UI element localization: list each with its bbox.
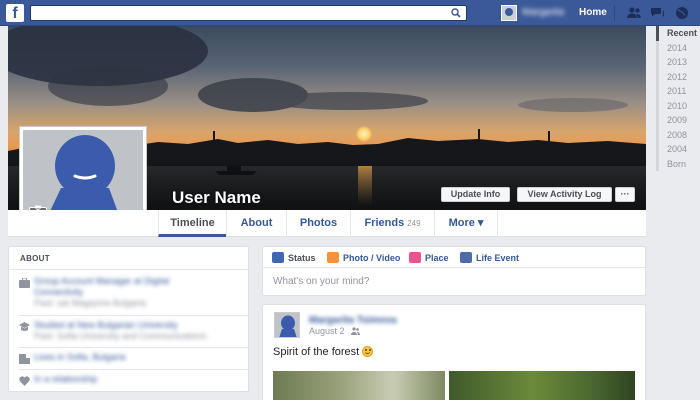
search-input[interactable]: [30, 5, 467, 21]
tab-photos[interactable]: Photos: [286, 210, 350, 237]
year-link[interactable]: 2008: [656, 127, 700, 142]
about-relationship-row: In a relationship: [9, 373, 248, 391]
tab-timeline[interactable]: Timeline: [158, 210, 226, 237]
default-avatar-icon: [279, 315, 297, 337]
smile-emoji-icon: [362, 346, 374, 357]
profile-navigation: Timeline About Photos Friends 249 More ▾: [8, 210, 646, 237]
tab-about[interactable]: About: [226, 210, 286, 237]
year-link[interactable]: 2014: [656, 40, 700, 55]
about-title: ABOUT: [20, 254, 50, 263]
facebook-logo[interactable]: f: [6, 4, 24, 22]
user-avatar[interactable]: [501, 5, 517, 21]
timeline-year-list: Recent 2014 2013 2012 2011 2010 2009 200…: [656, 26, 700, 171]
view-activity-log-button[interactable]: View Activity Log: [517, 187, 612, 202]
friends-label: Friends: [364, 217, 405, 229]
divider: [19, 369, 248, 370]
about-education-line[interactable]: Studied at New Bulgarian University: [34, 320, 178, 330]
search-icon: [451, 8, 461, 18]
post-composer: Status Photo / Video Place Life Event Wh…: [262, 246, 646, 296]
year-link[interactable]: 2013: [656, 55, 700, 70]
post-author-name[interactable]: Margarita Tsimova: [309, 315, 397, 326]
home-link[interactable]: Home: [579, 7, 607, 18]
pencil-icon: [272, 252, 284, 263]
about-education-row: Studied at New Bulgarian University Past…: [9, 319, 248, 347]
photo-icon: [327, 252, 339, 263]
about-card: ABOUT Group Account Manager at Digital C…: [8, 246, 249, 392]
about-home-line[interactable]: Lives in Sofia, Bulgaria: [34, 352, 126, 362]
timeline-post: Margarita Tsimova August 2 Spirit of the…: [262, 304, 646, 400]
year-link-recent[interactable]: Recent: [656, 26, 700, 41]
update-info-button[interactable]: Update Info: [441, 187, 510, 202]
year-link[interactable]: 2004: [656, 142, 700, 157]
post-author-avatar[interactable]: [274, 312, 300, 338]
post-photo[interactable]: [449, 371, 635, 400]
school-icon: [19, 322, 30, 331]
year-link[interactable]: 2011: [656, 84, 700, 99]
post-text: Spirit of the forest: [273, 346, 374, 358]
about-work-row: Group Account Manager at Digital Connect…: [9, 275, 248, 313]
place-pin-icon: [409, 252, 421, 263]
audience-friends-icon[interactable]: [351, 327, 360, 335]
divider: [9, 269, 248, 270]
search-button[interactable]: [446, 6, 466, 20]
post-photo[interactable]: [273, 371, 445, 400]
more-options-button[interactable]: ···: [615, 187, 635, 202]
tab-more[interactable]: More ▾: [434, 210, 498, 237]
friends-icon[interactable]: [626, 6, 642, 20]
year-link[interactable]: 2010: [656, 98, 700, 113]
top-navigation-bar: f Margarita Tsimova Home: [0, 0, 700, 26]
year-link[interactable]: 2012: [656, 69, 700, 84]
about-work-line[interactable]: Connectivity: [34, 287, 83, 297]
messages-icon[interactable]: [650, 6, 666, 20]
heart-icon: [19, 376, 30, 386]
divider: [19, 347, 248, 348]
profile-user-name[interactable]: User Name: [172, 188, 261, 208]
tab-friends[interactable]: Friends 249: [350, 210, 434, 237]
about-education-past: Past: Sofia University and Communication…: [34, 331, 207, 341]
year-link-born[interactable]: Born: [656, 156, 700, 171]
divider: [614, 5, 615, 21]
home-icon: [19, 354, 30, 364]
about-relationship-line[interactable]: In a relationship: [34, 374, 98, 384]
notifications-globe-icon[interactable]: [674, 6, 690, 20]
work-icon: [19, 278, 30, 288]
composer-tabs: Status Photo / Video Place Life Event: [263, 247, 645, 268]
divider: [19, 315, 248, 316]
about-home-row: Lives in Sofia, Bulgaria: [9, 351, 248, 369]
user-name-link[interactable]: Margarita Tsimova: [522, 7, 566, 19]
friends-count: 249: [407, 219, 421, 228]
status-input[interactable]: What's on your mind?: [273, 276, 369, 287]
about-work-line[interactable]: Group Account Manager at Digital: [34, 276, 169, 286]
about-work-past: Past: sat Magazine Bulgaria: [34, 298, 147, 308]
flag-icon: [460, 252, 472, 263]
year-link[interactable]: 2009: [656, 113, 700, 128]
post-date[interactable]: August 2: [309, 326, 345, 336]
